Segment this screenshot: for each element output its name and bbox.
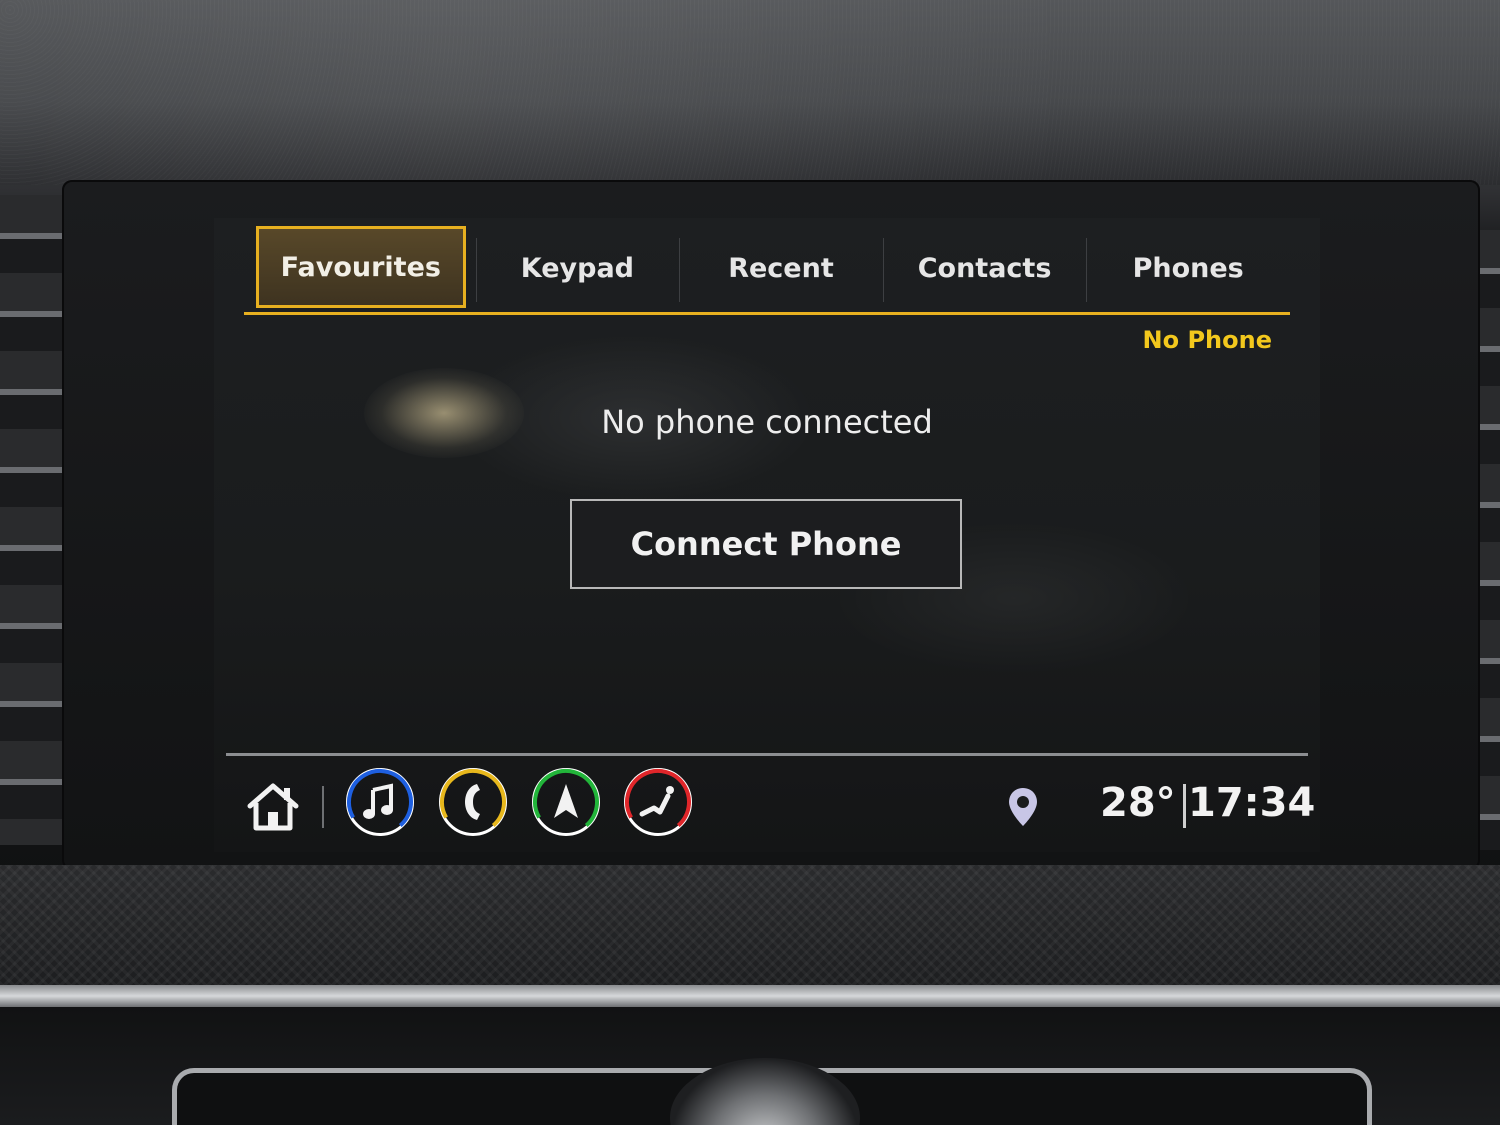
car-interior-scene: Favourites Keypad Recent Contacts Phones… [0, 0, 1500, 1125]
home-separator [322, 786, 324, 828]
home-icon[interactable] [246, 782, 300, 832]
phone-app-button[interactable] [439, 768, 507, 836]
location-pin-icon[interactable] [1006, 786, 1040, 828]
vehicle-seat-icon [625, 769, 691, 835]
tab-keypad[interactable]: Keypad [475, 224, 680, 312]
temp-time-separator [1183, 784, 1186, 828]
audio-app-button[interactable] [346, 768, 414, 836]
phone-tab-bar: Favourites Keypad Recent Contacts Phones [244, 224, 1290, 315]
outside-temperature: 28° [1100, 780, 1176, 826]
phone-status-label: No Phone [1142, 326, 1272, 354]
air-vent-left [0, 195, 65, 845]
dashboard-trim [0, 865, 1500, 985]
no-phone-message: No phone connected [601, 403, 933, 441]
infotainment-screen: Favourites Keypad Recent Contacts Phones… [214, 218, 1320, 852]
tab-phones[interactable]: Phones [1086, 224, 1290, 312]
tab-contacts[interactable]: Contacts [882, 224, 1087, 312]
dashboard-top [0, 0, 1500, 185]
music-note-icon [347, 769, 413, 835]
tab-recent[interactable]: Recent [679, 224, 883, 312]
phone-icon [440, 769, 507, 835]
navigation-app-button[interactable] [532, 768, 600, 836]
bottom-app-bar: 28° 17:34 [226, 753, 1315, 852]
tab-favourites[interactable]: Favourites [256, 226, 466, 308]
connect-phone-button[interactable]: Connect Phone [570, 499, 962, 589]
chrome-strip [0, 985, 1500, 1007]
navigation-arrow-icon [533, 769, 599, 835]
vehicle-app-button[interactable] [624, 768, 692, 836]
clock-time: 17:34 [1188, 780, 1316, 826]
